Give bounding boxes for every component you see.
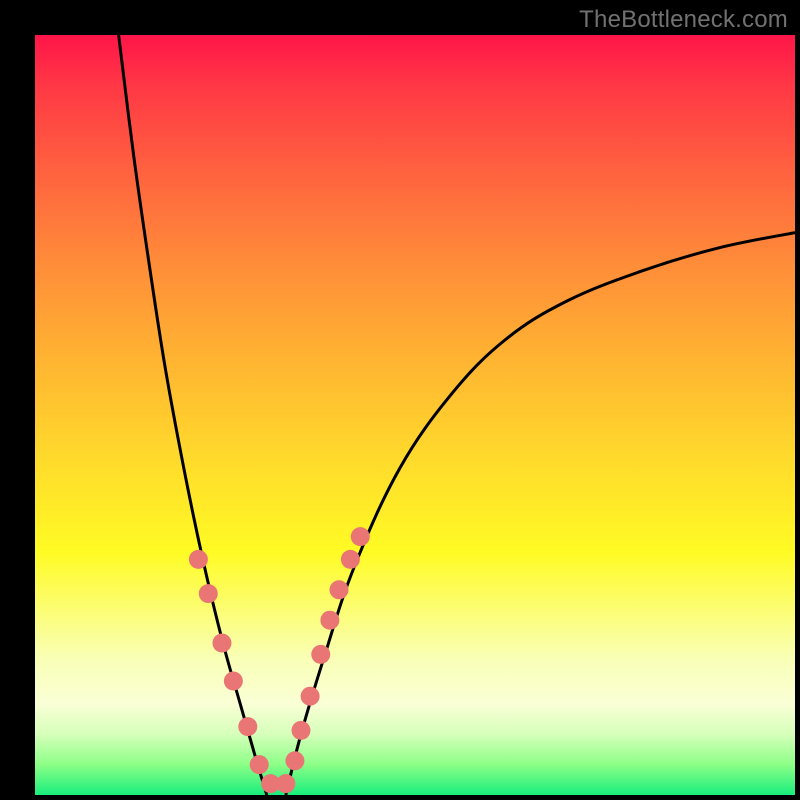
- right-curve: [286, 233, 795, 795]
- data-dot: [341, 550, 360, 569]
- data-dot: [330, 580, 349, 599]
- data-dot: [224, 672, 243, 691]
- data-dots: [189, 527, 370, 793]
- data-dot: [238, 717, 257, 736]
- data-dot: [189, 550, 208, 569]
- data-dot: [320, 611, 339, 630]
- chart-svg: [35, 35, 795, 795]
- data-dot: [276, 774, 295, 793]
- data-dot: [292, 721, 311, 740]
- plot-area: [35, 35, 795, 795]
- attribution-label: TheBottleneck.com: [579, 6, 788, 34]
- data-dot: [311, 645, 330, 664]
- data-dot: [351, 527, 370, 546]
- chart-container: TheBottleneck.com: [0, 0, 800, 800]
- left-curve: [119, 35, 267, 795]
- data-dot: [199, 584, 218, 603]
- data-dot: [212, 634, 231, 653]
- data-dot: [301, 687, 320, 706]
- data-dot: [285, 751, 304, 770]
- data-dot: [250, 755, 269, 774]
